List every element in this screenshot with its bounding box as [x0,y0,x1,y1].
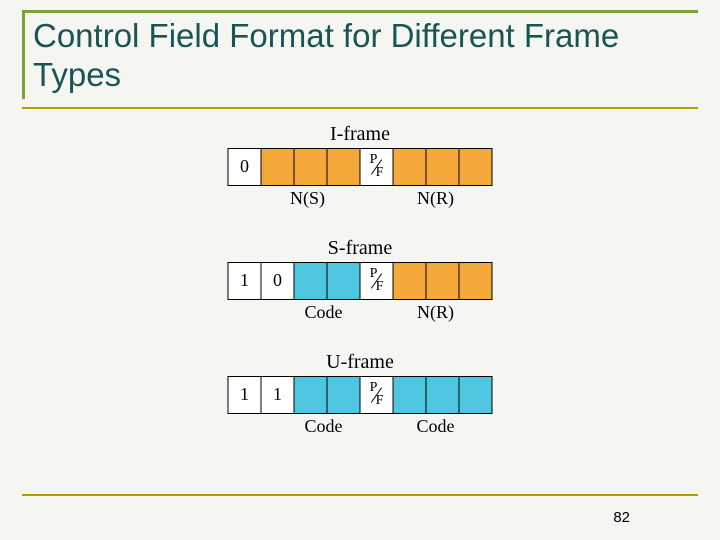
sframe-cell-0: 1 [228,262,262,300]
iframe-label-ns: N(S) [260,188,356,209]
uframe-cell-2 [294,376,328,414]
sframe-cell-pf: P F [360,262,394,300]
uframe-labels: Code Code [228,416,493,437]
sframe-cell-6 [426,262,460,300]
uframe-cell-0: 1 [228,376,262,414]
spacer [356,302,388,323]
uframe-label-code1: Code [292,416,356,437]
uframe-cells: 1 1 P F [228,376,493,414]
iframe-label-nr: N(R) [388,188,484,209]
uframe-cell-3 [327,376,361,414]
uframe-label-code2: Code [388,416,484,437]
sframe-label-code: Code [292,302,356,323]
iframe-cell-3 [327,148,361,186]
uframe-cell-5 [393,376,427,414]
pf-icon: P F [373,382,381,407]
page-number: 82 [613,509,630,526]
sframe-block: S-frame 1 0 P F Code [228,237,493,323]
iframe-cell-1 [261,148,295,186]
pf-icon: P F [373,268,381,293]
footer-rule [22,494,698,496]
sframe-title: S-frame [228,237,493,260]
spacer [356,416,388,437]
sframe-cell-1: 0 [261,262,295,300]
pf-f: F [376,281,384,294]
iframe-cell-5 [393,148,427,186]
sframe-cell-7 [459,262,493,300]
uframe-block: U-frame 1 1 P F Code [228,351,493,437]
spacer [356,188,388,209]
uframe-cell-pf: P F [360,376,394,414]
sframe-cell-3 [327,262,361,300]
pf-f: F [376,167,384,180]
spacer [228,302,292,323]
iframe-block: I-frame 0 P F N(S) [228,123,493,209]
iframe-cell-6 [426,148,460,186]
iframe-cell-2 [294,148,328,186]
spacer [228,416,292,437]
sframe-cells: 1 0 P F [228,262,493,300]
page-title: Control Field Format for Different Frame… [33,17,698,95]
sframe-label-nr: N(R) [388,302,484,323]
sframe-labels: Code N(R) [228,302,493,323]
pf-icon: P F [373,154,381,179]
diagram-area: I-frame 0 P F N(S) [22,109,698,489]
uframe-cell-6 [426,376,460,414]
iframe-cells: 0 P F [228,148,493,186]
iframe-cell-0: 0 [228,148,262,186]
uframe-title: U-frame [228,351,493,374]
title-border: Control Field Format for Different Frame… [22,10,698,99]
spacer [228,188,260,209]
slide: Control Field Format for Different Frame… [0,0,720,540]
sframe-cell-2 [294,262,328,300]
pf-f: F [376,395,384,408]
iframe-cell-pf: P F [360,148,394,186]
uframe-cell-1: 1 [261,376,295,414]
uframe-cell-7 [459,376,493,414]
iframe-title: I-frame [228,123,493,146]
iframe-labels: N(S) N(R) [228,188,493,209]
iframe-cell-7 [459,148,493,186]
sframe-cell-5 [393,262,427,300]
